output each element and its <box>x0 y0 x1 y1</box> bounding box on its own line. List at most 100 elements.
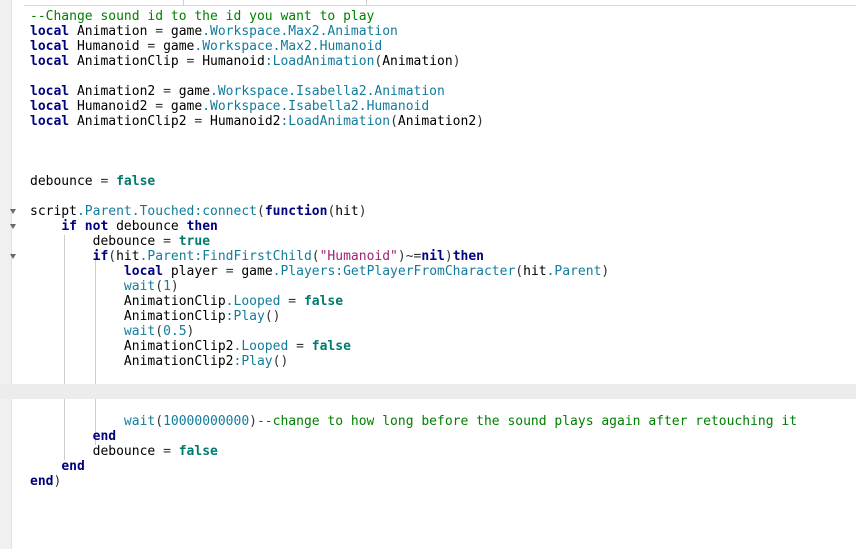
code-line[interactable]: end) <box>30 474 856 489</box>
token-operator: = <box>288 339 312 354</box>
code-line[interactable]: local Humanoid = game.Workspace.Max2.Hum… <box>30 39 856 54</box>
token-number: 0.5 <box>163 324 187 339</box>
token-operator: ) <box>444 249 453 264</box>
code-line[interactable]: debounce = false <box>30 444 856 459</box>
token-operator: = <box>163 234 171 249</box>
token-member: wait <box>123 324 156 339</box>
fold-toggle-icon[interactable] <box>10 224 16 229</box>
code-line[interactable]: local Humanoid2 = game.Workspace.Isabell… <box>30 99 856 114</box>
token-identifier: game <box>155 39 195 54</box>
code-line[interactable] <box>30 69 856 84</box>
token-number: 1 <box>163 279 171 294</box>
token-identifier: debounce <box>108 219 187 234</box>
token-member: .Parent.Touched:connect <box>76 204 257 219</box>
token-comment: --Change sound id to the id you want to … <box>30 9 375 24</box>
token-member: .Parent:FindFirstChild <box>139 249 312 264</box>
token-keyword: local <box>30 114 70 129</box>
token-member: wait <box>123 279 156 294</box>
token-bool: false <box>311 339 351 354</box>
token-keyword: end <box>30 474 54 489</box>
token-identifier: debounce <box>30 234 164 249</box>
token-identifier: AnimationClip2 <box>30 354 234 369</box>
token-member: :Play <box>233 354 273 369</box>
token-identifier: debounce <box>30 444 164 459</box>
token-operator: ( <box>155 279 164 294</box>
token-identifier: AnimationClip <box>30 294 226 309</box>
token-operator: = <box>280 294 304 309</box>
token-identifier: Animation <box>382 54 453 69</box>
code-area[interactable]: --Change sound id to the id you want to … <box>0 9 856 489</box>
tab-divider <box>183 0 184 5</box>
token-identifier <box>30 279 124 294</box>
code-line[interactable]: wait(0.5) <box>30 324 856 339</box>
token-operator: ) <box>358 204 367 219</box>
code-line[interactable]: local AnimationClip2 = Humanoid2:LoadAni… <box>30 114 856 129</box>
token-identifier: Animation2 <box>397 114 477 129</box>
token-operator: ) <box>249 414 257 429</box>
token-member: .Parent <box>546 264 602 279</box>
code-line[interactable] <box>30 159 856 174</box>
token-identifier: Humanoid2 <box>69 99 156 114</box>
token-operator: ) <box>452 54 461 69</box>
token-keyword: then <box>186 219 218 234</box>
token-member: :LoadAnimation <box>280 114 391 129</box>
code-line[interactable]: wait(1) <box>30 279 856 294</box>
code-line[interactable]: end <box>30 429 856 444</box>
fold-toggle-icon[interactable] <box>10 209 16 214</box>
code-line[interactable]: local player = game.Players:GetPlayerFro… <box>30 264 856 279</box>
code-line[interactable]: AnimationClip:Play() <box>30 309 856 324</box>
code-line[interactable]: local Animation = game.Workspace.Max2.An… <box>30 24 856 39</box>
token-member: :LoadAnimation <box>264 54 375 69</box>
code-line[interactable]: --Change sound id to the id you want to … <box>30 9 856 24</box>
token-bool: false <box>108 174 156 189</box>
token-keyword: local <box>30 84 70 99</box>
token-bool: true <box>170 234 211 249</box>
tab-strip[interactable] <box>0 0 856 6</box>
code-line[interactable]: local AnimationClip = Humanoid:LoadAnima… <box>30 54 856 69</box>
code-line[interactable]: AnimationClip.Looped = false <box>30 294 856 309</box>
token-number: 10000000000 <box>163 414 250 429</box>
token-identifier: game <box>163 99 203 114</box>
code-line[interactable]: script.Parent.Touched:connect(function(h… <box>30 204 856 219</box>
token-string: "Humanoid" <box>319 249 398 264</box>
token-identifier: hit <box>335 204 359 219</box>
token-operator: = <box>163 84 171 99</box>
token-keyword: local <box>123 264 164 279</box>
current-line[interactable] <box>0 384 856 399</box>
token-identifier: Humanoid <box>194 54 265 69</box>
token-identifier: AnimationClip <box>30 309 226 324</box>
code-line[interactable] <box>30 399 856 414</box>
token-member: .Workspace.Max2.Humanoid <box>194 39 383 54</box>
code-line[interactable]: AnimationClip2:Play() <box>30 354 856 369</box>
token-member: .Workspace.Max2.Animation <box>202 24 398 39</box>
token-operator: ( <box>256 204 265 219</box>
token-identifier: game <box>163 24 203 39</box>
code-line[interactable]: wait(10000000000)--change to how long be… <box>30 414 856 429</box>
code-line[interactable] <box>30 369 856 384</box>
token-member: .Looped <box>225 294 281 309</box>
code-line[interactable] <box>30 144 856 159</box>
token-operator: ) <box>476 114 484 129</box>
code-line[interactable]: debounce = true <box>30 234 856 249</box>
token-identifier <box>30 264 124 279</box>
token-identifier: game <box>233 264 273 279</box>
script-editor[interactable]: --Change sound id to the id you want to … <box>0 0 856 549</box>
code-line[interactable]: if not debounce then <box>30 219 856 234</box>
token-member: .Looped <box>233 339 289 354</box>
token-comment: --change to how long before the sound pl… <box>256 414 798 429</box>
token-identifier <box>30 414 124 429</box>
token-identifier: hit <box>523 264 547 279</box>
code-line[interactable] <box>30 129 856 144</box>
code-line[interactable]: debounce = false <box>30 174 856 189</box>
token-operator: = <box>163 444 171 459</box>
token-identifier <box>30 219 61 234</box>
token-bool: false <box>170 444 218 459</box>
code-line[interactable] <box>30 189 856 204</box>
code-line[interactable]: local Animation2 = game.Workspace.Isabel… <box>30 84 856 99</box>
fold-toggle-icon[interactable] <box>10 254 16 259</box>
token-member: wait <box>123 414 156 429</box>
code-line[interactable]: end <box>30 459 856 474</box>
code-line[interactable]: AnimationClip2.Looped = false <box>30 339 856 354</box>
code-line[interactable]: if(hit.Parent:FindFirstChild("Humanoid")… <box>30 249 856 264</box>
token-identifier: game <box>170 84 211 99</box>
